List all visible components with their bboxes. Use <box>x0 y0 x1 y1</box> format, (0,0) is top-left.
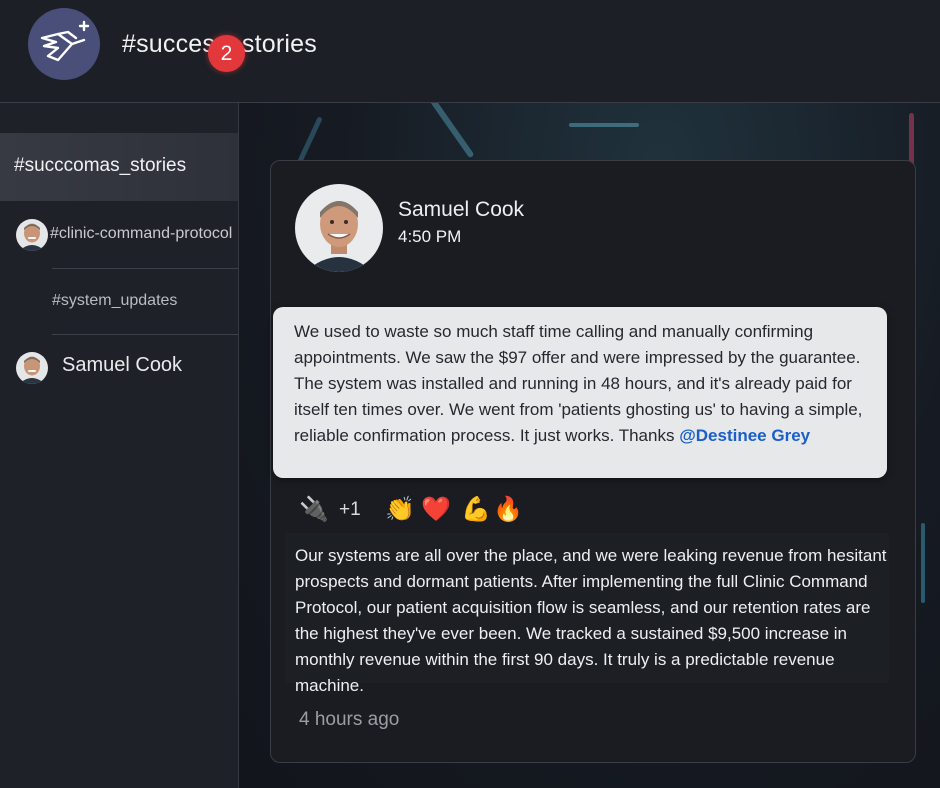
reaction-bar: 🔌 +1 👏 ❤️ 💪 🔥 <box>271 489 891 533</box>
sidebar-item-label: #system_updates <box>52 292 178 309</box>
flexed-bicep-icon[interactable]: 💪 <box>461 495 491 525</box>
channel-header: #success_stories <box>0 0 940 103</box>
user-mention[interactable]: @Destinee Grey <box>679 426 810 445</box>
chat-app: #success_stories #succcomas_stories #cli… <box>0 0 940 788</box>
avatar <box>16 352 48 384</box>
sidebar-item-label: #clinic-command-protocol <box>50 225 233 242</box>
relative-timestamp: 4 hours ago <box>299 709 400 730</box>
clap-icon[interactable]: 👏 <box>385 495 415 525</box>
sidebar-item-success-stories[interactable]: #succcomas_stories <box>0 133 238 201</box>
background-streak <box>921 523 925 603</box>
divider <box>52 268 238 269</box>
author-name[interactable]: Samuel Cook <box>398 198 524 222</box>
author-avatar[interactable] <box>295 184 383 272</box>
second-message-text: Our systems are all over the place, and … <box>285 533 889 695</box>
fire-icon[interactable]: 🔥 <box>493 495 523 525</box>
sidebar-item-clinic-command-protocol[interactable]: #clinic-command-protocol <box>0 213 238 269</box>
message-card: Samuel Cook 4:50 PM We used to waste so … <box>270 160 916 763</box>
lightning-plug-icon[interactable]: 🔌 <box>299 495 329 525</box>
sidebar-item-label: Samuel Cook <box>62 354 183 376</box>
sidebar-item-samuel-cook[interactable]: Samuel Cook <box>0 339 238 399</box>
app-logo[interactable] <box>28 8 100 80</box>
background-streak <box>429 103 475 159</box>
message-timestamp: 4:50 PM <box>398 227 462 246</box>
sidebar-item-system-updates[interactable]: #system_updates <box>0 271 238 335</box>
avatar <box>16 219 48 251</box>
unread-badge: 2 <box>208 35 245 72</box>
channel-sidebar: #succcomas_stories #clinic-command-proto… <box>0 103 239 788</box>
dove-plus-icon <box>40 20 90 62</box>
heart-icon[interactable]: ❤️ <box>421 495 451 525</box>
divider <box>52 334 238 335</box>
sidebar-item-label: #succcomas_stories <box>14 155 187 176</box>
background-streak <box>569 123 639 127</box>
reaction-count[interactable]: +1 <box>339 499 361 521</box>
message-bubble: We used to waste so much staff time call… <box>273 307 887 478</box>
